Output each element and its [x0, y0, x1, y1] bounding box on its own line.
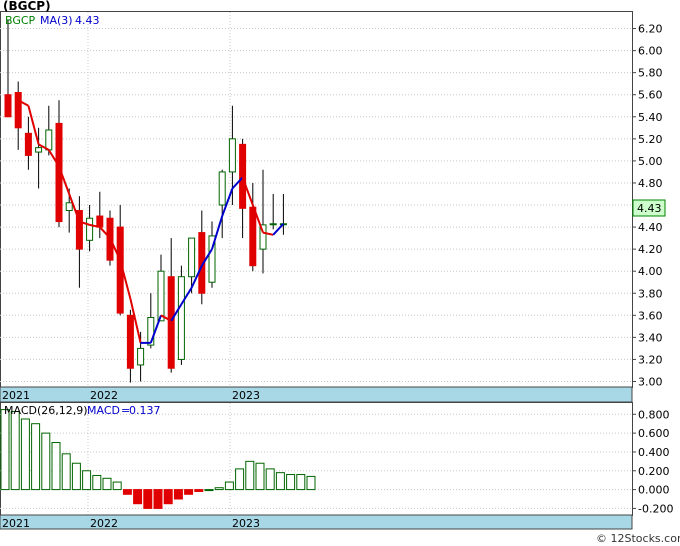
macd-bar	[204, 489, 214, 492]
macd-bar	[112, 481, 122, 491]
macd-bar	[41, 432, 51, 491]
price-ytick-label: 5.00	[638, 155, 663, 168]
candle-body	[24, 132, 32, 156]
price-ytick-label: 4.80	[638, 177, 663, 190]
macd-ytick-label: 0.000	[638, 484, 670, 497]
price-ytick-label: 3.40	[638, 331, 663, 344]
macd-year-label: 2021	[2, 517, 30, 530]
candle-body	[45, 129, 53, 151]
price-year-label: 2023	[232, 389, 260, 402]
candle-body	[4, 94, 12, 118]
macd-bar	[122, 489, 132, 495]
price-ytick-label: 6.20	[638, 23, 663, 36]
macd-bar	[92, 474, 102, 491]
price-ytick-label: 5.80	[638, 67, 663, 80]
macd-ytick-label: 0.200	[638, 465, 670, 478]
macd-bar	[224, 481, 234, 491]
price-year-label: 2021	[2, 389, 30, 402]
watermark: © 12Stocks.com	[596, 532, 680, 545]
macd-value: 0.137	[129, 404, 161, 417]
macd-bar	[255, 462, 265, 491]
macd-bar	[275, 472, 285, 491]
macd-ytick-label: 0.600	[638, 427, 670, 440]
macd-bar	[133, 489, 143, 505]
candle-body	[35, 147, 43, 153]
candle-body	[65, 202, 73, 212]
macd-bar	[51, 442, 61, 491]
legend-ma-label: MA(3)	[40, 14, 73, 27]
macd-bar	[194, 489, 204, 492]
price-ytick-label: 3.20	[638, 353, 663, 366]
candle-body	[218, 171, 226, 206]
macd-bar	[296, 474, 306, 491]
candle-body	[249, 206, 257, 267]
macd-bar	[173, 489, 183, 500]
candle-body	[177, 276, 185, 360]
chart-title: (BGCP)	[3, 0, 51, 13]
macd-label: MACD	[87, 404, 120, 417]
macd-bar	[184, 489, 194, 495]
price-ytick-label: 3.60	[638, 309, 663, 322]
macd-ytick-label: 0.400	[638, 446, 670, 459]
macd-bar	[163, 489, 173, 505]
macd-bar	[20, 418, 30, 491]
macd-year-label: 2022	[90, 517, 118, 530]
candle-body	[167, 276, 175, 369]
candle-body	[228, 138, 236, 173]
macd-bar	[245, 460, 255, 491]
macd-bar	[102, 477, 112, 491]
candle-body	[86, 217, 94, 241]
candle-body	[137, 347, 145, 366]
price-ytick-label: 5.40	[638, 111, 663, 124]
macd-bar	[214, 487, 224, 491]
price-ytick-label: 6.00	[638, 45, 663, 58]
macd-bar	[0, 409, 10, 491]
macd-ytick-label: -0.200	[638, 502, 673, 515]
current-price-box: 4.43	[632, 199, 666, 217]
macd-bar	[10, 410, 20, 491]
stock-chart: 6.206.005.805.605.405.205.004.804.604.40…	[0, 0, 680, 546]
candle-body	[96, 215, 104, 228]
macd-bar	[153, 489, 163, 509]
macd-bar	[71, 462, 81, 491]
price-panel: 6.206.005.805.605.405.205.004.804.604.40…	[0, 11, 663, 403]
legend-symbol: BGCP	[5, 14, 36, 27]
macd-bar	[306, 475, 316, 491]
candle	[177, 265, 185, 365]
macd-title: MACD(26,12,9)	[4, 404, 88, 417]
macd-year-label: 2023	[232, 517, 260, 530]
macd-bar	[31, 423, 41, 491]
price-ytick-label: 4.40	[638, 221, 663, 234]
price-ytick-label: 3.80	[638, 287, 663, 300]
legend-ma-value: 4.43	[75, 14, 100, 27]
candle-body	[14, 92, 22, 129]
macd-bar	[265, 468, 275, 491]
macd-bar	[82, 470, 92, 491]
candle-body	[157, 270, 165, 322]
current-price-label: 4.43	[637, 202, 662, 215]
price-ytick-label: 4.00	[638, 265, 663, 278]
price-ytick-label: 3.00	[638, 375, 663, 388]
macd-bar	[286, 474, 296, 491]
price-ytick-label: 5.60	[638, 89, 663, 102]
macd-panel: 0.800 0.600 0.400 0.200 0.000 -0.200 2021 2022…	[0, 402, 673, 530]
price-ytick-label: 4.20	[638, 243, 663, 256]
macd-ytick-label: 0.800	[638, 408, 670, 421]
candle-body	[126, 314, 134, 369]
price-year-label: 2022	[90, 389, 118, 402]
candle-body	[188, 237, 196, 278]
candle-body	[269, 223, 277, 226]
macd-bar	[61, 453, 71, 491]
macd-bar	[235, 468, 245, 491]
candle-body	[239, 143, 247, 209]
macd-bar	[143, 489, 153, 509]
price-ytick-label: 5.20	[638, 133, 663, 146]
